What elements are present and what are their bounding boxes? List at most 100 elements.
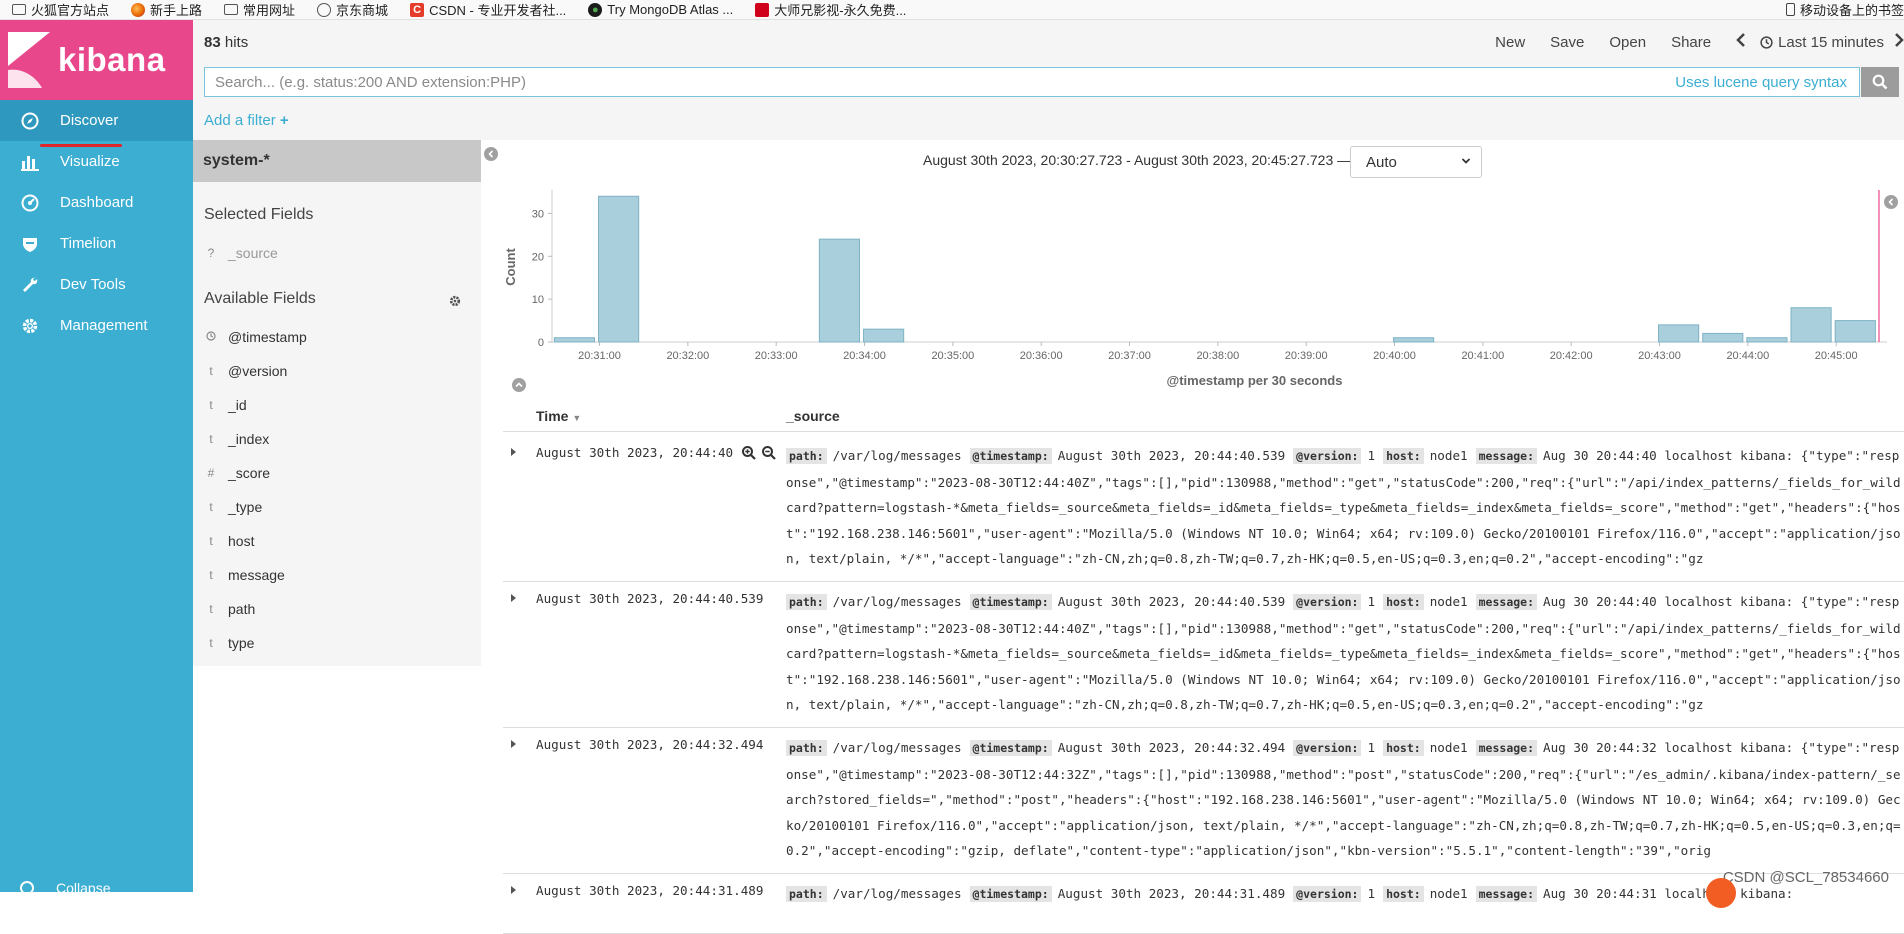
table-row[interactable]: August 30th 2023, 20:44:31.489path:/var/… bbox=[503, 874, 1904, 934]
field-item[interactable]: tpath bbox=[193, 592, 481, 626]
nav-visualize[interactable]: Visualize bbox=[0, 141, 193, 182]
histogram-bar bbox=[1703, 333, 1743, 342]
field-item[interactable]: @timestamp bbox=[193, 320, 481, 354]
nav-label: Timelion bbox=[60, 235, 116, 252]
histogram-bar bbox=[1659, 325, 1699, 342]
field-value-host: node1 bbox=[1430, 448, 1468, 463]
share-button[interactable]: Share bbox=[1671, 34, 1711, 51]
x-tick-label: 20:42:00 bbox=[1550, 350, 1593, 362]
histogram-bar bbox=[1791, 308, 1831, 342]
folder-icon bbox=[12, 4, 26, 15]
field-item[interactable]: t_index bbox=[193, 422, 481, 456]
field-value-message: Aug 30 20:44:32 localhost kibana: {"type… bbox=[786, 740, 1901, 858]
y-axis-label: Count bbox=[503, 248, 518, 286]
save-button[interactable]: Save bbox=[1550, 34, 1584, 51]
expand-row-icon[interactable] bbox=[511, 740, 516, 748]
field-key-host: host: bbox=[1383, 448, 1424, 464]
collapse-sidebar-arrow-icon[interactable] bbox=[484, 147, 498, 161]
field-item[interactable]: #_score bbox=[193, 456, 481, 490]
bookmark-item[interactable]: 京东商城 bbox=[317, 0, 388, 19]
plus-icon: + bbox=[280, 112, 289, 129]
string-type-icon: t bbox=[205, 432, 217, 446]
number-type-icon: # bbox=[205, 466, 217, 480]
table-row[interactable]: August 30th 2023, 20:44:40.539path:/var/… bbox=[503, 582, 1904, 728]
field-value-timestamp: August 30th 2023, 20:44:31.489 bbox=[1058, 886, 1285, 901]
x-tick-label: 20:41:00 bbox=[1461, 350, 1504, 362]
filter-row: Add a filter + bbox=[193, 102, 1904, 140]
collapse-button[interactable]: Collapse bbox=[20, 880, 110, 896]
x-tick-label: 20:36:00 bbox=[1020, 350, 1063, 362]
field-item[interactable]: t@version bbox=[193, 354, 481, 388]
bookmark-item[interactable]: CCSDN - 专业开发者社... bbox=[410, 0, 566, 19]
movie-icon bbox=[755, 3, 769, 17]
bookmark-item[interactable]: 常用网址 bbox=[224, 0, 295, 19]
time-range-label: August 30th 2023, 20:30:27.723 - August … bbox=[923, 152, 1351, 168]
gear-icon[interactable] bbox=[449, 294, 461, 312]
csdn-floating-icon[interactable] bbox=[1706, 878, 1736, 908]
field-value-version: 1 bbox=[1367, 448, 1375, 463]
bookmark-item[interactable]: 大师兄影视-永久免费... bbox=[755, 0, 906, 19]
nav-label: Discover bbox=[60, 112, 118, 129]
field-item[interactable]: ttype bbox=[193, 626, 481, 660]
field-key-path: path: bbox=[786, 886, 827, 902]
lucene-syntax-link[interactable]: Uses lucene query syntax bbox=[1675, 74, 1847, 91]
x-tick-label: 20:44:00 bbox=[1726, 350, 1769, 362]
kibana-logo[interactable]: kibana bbox=[0, 20, 193, 100]
x-tick-label: 20:34:00 bbox=[843, 350, 886, 362]
zoom-out-icon[interactable] bbox=[761, 445, 777, 461]
search-input[interactable] bbox=[205, 68, 1675, 96]
bookmark-item[interactable]: 火狐官方站点 bbox=[12, 0, 109, 19]
chevron-left-icon[interactable] bbox=[1736, 33, 1746, 51]
chevron-right-icon[interactable] bbox=[1894, 33, 1904, 51]
nav-management[interactable]: Management bbox=[0, 305, 193, 346]
unknown-type-icon: ? bbox=[205, 246, 217, 260]
field-value-message: Aug 30 20:44:40 localhost kibana: {"type… bbox=[786, 448, 1901, 566]
nav-timelion[interactable]: Timelion bbox=[0, 223, 193, 264]
x-tick-label: 20:43:00 bbox=[1638, 350, 1681, 362]
histogram-bar bbox=[1394, 338, 1434, 342]
index-pattern-selector[interactable]: system-* bbox=[193, 140, 481, 182]
time-picker[interactable]: Last 15 minutes bbox=[1760, 34, 1884, 51]
field-value-message: Aug 30 20:44:40 localhost kibana: {"type… bbox=[786, 594, 1901, 712]
zoom-in-icon[interactable] bbox=[741, 445, 757, 461]
field-value-version: 1 bbox=[1367, 594, 1375, 609]
mobile-bookmarks[interactable]: 移动设备上的书签 bbox=[1786, 0, 1904, 19]
dashboard-icon bbox=[20, 193, 40, 213]
histogram-bar bbox=[554, 338, 594, 342]
table-row[interactable]: August 30th 2023, 20:44:40path:/var/log/… bbox=[503, 436, 1904, 582]
field-key-version: @version: bbox=[1293, 886, 1361, 902]
string-type-icon: t bbox=[205, 602, 217, 616]
expand-row-icon[interactable] bbox=[511, 886, 516, 894]
field-item[interactable]: t_id bbox=[193, 388, 481, 422]
bookmark-item[interactable]: ●Try MongoDB Atlas ... bbox=[588, 2, 733, 17]
expand-row-icon[interactable] bbox=[511, 594, 516, 602]
field-item[interactable]: tmessage bbox=[193, 558, 481, 592]
row-time: August 30th 2023, 20:44:32.494 bbox=[536, 737, 763, 752]
field-item[interactable]: ?_source bbox=[193, 236, 481, 270]
histogram-bar bbox=[1835, 321, 1875, 342]
search-button[interactable] bbox=[1861, 67, 1899, 97]
time-column-header[interactable]: Time ▼ bbox=[536, 408, 581, 424]
string-type-icon: t bbox=[205, 398, 217, 412]
nav-dev-tools[interactable]: Dev Tools bbox=[0, 264, 193, 305]
y-tick-label: 20 bbox=[532, 251, 544, 263]
nav-dashboard[interactable]: Dashboard bbox=[0, 182, 193, 223]
open-button[interactable]: Open bbox=[1609, 34, 1646, 51]
row-time: August 30th 2023, 20:44:31.489 bbox=[536, 883, 763, 898]
x-tick-label: 20:31:00 bbox=[578, 350, 621, 362]
field-value-host: node1 bbox=[1430, 594, 1468, 609]
search-row: Uses lucene query syntax bbox=[193, 64, 1904, 102]
add-filter-link[interactable]: Add a filter + bbox=[204, 112, 289, 129]
field-item[interactable]: t_type bbox=[193, 490, 481, 524]
table-row[interactable]: August 30th 2023, 20:44:32.494path:/var/… bbox=[503, 728, 1904, 874]
nav-label: Visualize bbox=[60, 153, 120, 170]
nav-discover[interactable]: Discover bbox=[0, 100, 193, 141]
field-item[interactable]: thost bbox=[193, 524, 481, 558]
expand-row-icon[interactable] bbox=[511, 448, 516, 456]
new-button[interactable]: New bbox=[1495, 34, 1525, 51]
sort-down-icon: ▼ bbox=[572, 413, 581, 423]
field-value-timestamp: August 30th 2023, 20:44:32.494 bbox=[1058, 740, 1285, 755]
mobile-icon bbox=[1786, 3, 1795, 16]
bookmark-item[interactable]: 新手上路 bbox=[131, 0, 202, 19]
interval-select[interactable]: Auto bbox=[1350, 146, 1482, 178]
